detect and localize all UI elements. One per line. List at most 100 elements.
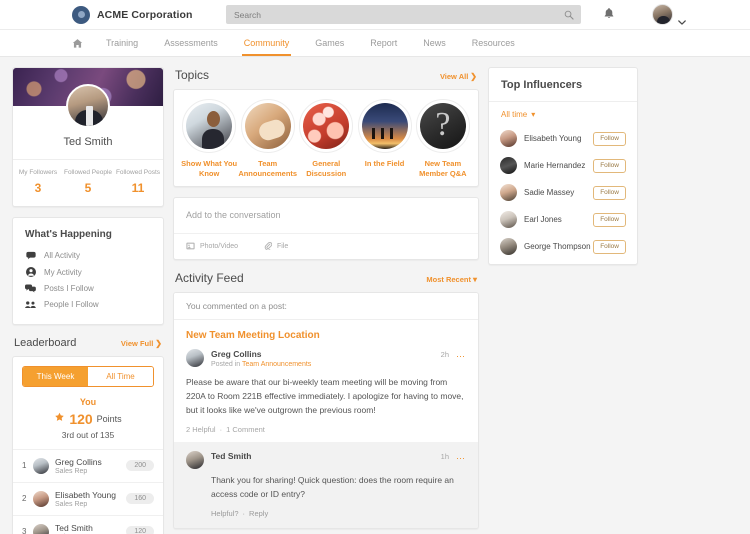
- follow-button[interactable]: Follow: [593, 213, 626, 227]
- avatar[interactable]: [500, 184, 517, 201]
- topics-view-all-link[interactable]: View All❯: [440, 72, 477, 81]
- helpful-count[interactable]: 2 Helpful: [186, 425, 216, 434]
- nav-item-home[interactable]: [72, 30, 93, 56]
- topic-image-ring: [182, 99, 236, 153]
- leaderboard-points: 120 Points: [13, 411, 163, 427]
- influencer-name[interactable]: Elisabeth Young: [524, 134, 593, 143]
- nav-item-news[interactable]: News: [410, 30, 459, 56]
- follow-button[interactable]: Follow: [593, 240, 626, 254]
- stat-value: 3: [13, 181, 63, 195]
- topic-label: Show What You Know: [180, 159, 238, 179]
- avatar[interactable]: [186, 349, 204, 367]
- avatar[interactable]: [500, 211, 517, 228]
- brand[interactable]: ACME Corporation: [72, 6, 193, 24]
- influencer-name[interactable]: Earl Jones: [524, 215, 593, 224]
- wh-item-posts-i-follow[interactable]: Posts I Follow: [25, 281, 151, 297]
- influencer-name[interactable]: Marie Hernandez: [524, 161, 593, 170]
- wh-item-people-i-follow[interactable]: People I Follow: [25, 297, 151, 313]
- wh-item-all-activity[interactable]: All Activity: [25, 248, 151, 264]
- nav-item-report[interactable]: Report: [357, 30, 410, 56]
- topic-label: Team Announcements: [238, 159, 297, 179]
- row-info: Elisabeth Young Sales Rep: [55, 490, 126, 508]
- score-badge: 160: [126, 493, 154, 504]
- topic-image: [186, 103, 232, 149]
- search-bar[interactable]: [226, 5, 581, 24]
- influencer-name[interactable]: Sadie Massey: [524, 188, 593, 197]
- composer-input[interactable]: Add to the conversation: [174, 198, 478, 234]
- tab-all-time[interactable]: All Time: [88, 367, 153, 386]
- profile-avatar[interactable]: [66, 84, 110, 128]
- user-avatar[interactable]: [652, 4, 673, 25]
- attach-photo-video-button[interactable]: Photo/Video: [186, 241, 238, 252]
- table-row[interactable]: 3 Ted Smith Sales Rep 120: [13, 515, 163, 534]
- topic-team-announcements[interactable]: Team Announcements: [238, 99, 297, 179]
- attach-file-button[interactable]: File: [264, 241, 288, 252]
- person-name: Ted Smith: [55, 523, 126, 533]
- posted-in-topic[interactable]: Team Announcements: [242, 361, 311, 368]
- nav-item-assessments[interactable]: Assessments: [151, 30, 231, 56]
- nav-item-games[interactable]: Games: [302, 30, 357, 56]
- nav-item-training[interactable]: Training: [93, 30, 151, 56]
- top-influencers-filter-dropdown[interactable]: All time ▾: [489, 102, 637, 125]
- wh-item-label: My Activity: [44, 268, 82, 277]
- avatar[interactable]: [500, 157, 517, 174]
- question-mark-icon: ?: [435, 108, 450, 142]
- notifications-bell-icon[interactable]: [603, 7, 615, 25]
- influencer-name[interactable]: George Thompson: [524, 242, 593, 251]
- post-timestamp: 2h: [441, 350, 449, 359]
- topic-general-discussion[interactable]: General Discussion: [297, 99, 355, 179]
- comment-helpful-button[interactable]: Helpful?: [211, 509, 239, 518]
- nav-item-resources[interactable]: Resources: [459, 30, 528, 56]
- leaderboard-rank-text: 3rd out of 135: [13, 430, 163, 449]
- post-body: New Team Meeting Location Greg Collins P…: [174, 320, 478, 528]
- topics-title: Topics: [175, 68, 209, 82]
- comment-header: Ted Smith 1h ⋯: [186, 451, 466, 469]
- stat-followed-posts[interactable]: Followed Posts 11: [113, 169, 163, 195]
- follow-button[interactable]: Follow: [593, 186, 626, 200]
- avatar: [33, 458, 49, 474]
- post-title[interactable]: New Team Meeting Location: [186, 330, 466, 341]
- stat-followed-people[interactable]: Followed People 5: [63, 169, 113, 195]
- nav-item-community[interactable]: Community: [231, 30, 303, 56]
- leaderboard-header: Leaderboard View Full❯: [12, 335, 164, 356]
- stat-label: Followed People: [63, 169, 113, 178]
- topic-new-team-member-qa[interactable]: ? New Team Member Q&A: [414, 99, 472, 179]
- follow-button[interactable]: Follow: [593, 132, 626, 146]
- wh-item-my-activity[interactable]: My Activity: [25, 264, 151, 281]
- user-menu-chevron-down-icon[interactable]: [678, 12, 686, 30]
- wh-item-label: All Activity: [44, 251, 80, 260]
- post-author[interactable]: Greg Collins: [211, 349, 311, 359]
- stat-my-followers[interactable]: My Followers 3: [13, 169, 63, 195]
- table-row[interactable]: 1 Greg Collins Sales Rep 200: [13, 449, 163, 482]
- comment-more-options-icon[interactable]: ⋯: [456, 453, 466, 464]
- comment-count[interactable]: 1 Comment: [226, 425, 265, 434]
- list-item: George Thompson Follow: [489, 233, 637, 264]
- topic-image-ring: [299, 99, 353, 153]
- top-influencers-card: Top Influencers All time ▾ Elisabeth You…: [488, 67, 638, 265]
- avatar[interactable]: [186, 451, 204, 469]
- leaderboard-view-full-link[interactable]: View Full❯: [121, 339, 162, 348]
- person-role: Sales Rep: [55, 468, 126, 475]
- tab-this-week[interactable]: This Week: [23, 367, 88, 386]
- post-text: Please be aware that our bi-weekly team …: [186, 375, 466, 417]
- whats-happening-card: What's Happening All Activity My Activit…: [12, 217, 164, 325]
- search-input[interactable]: [226, 5, 564, 24]
- comment-reply-button[interactable]: Reply: [249, 509, 268, 518]
- avatar[interactable]: [500, 130, 517, 147]
- score-badge: 200: [126, 460, 154, 471]
- activity-feed-sort-dropdown[interactable]: Most Recent▾: [426, 275, 477, 284]
- post-comment: Ted Smith 1h ⋯ Thank you for sharing! Qu…: [174, 442, 478, 528]
- avatar[interactable]: [500, 238, 517, 255]
- comment-author[interactable]: Ted Smith: [211, 451, 251, 461]
- stat-value: 5: [63, 181, 113, 195]
- table-row[interactable]: 2 Elisabeth Young Sales Rep 160: [13, 482, 163, 515]
- topic-in-the-field[interactable]: In the Field: [355, 99, 413, 179]
- composer-card: Add to the conversation Photo/Video File: [173, 197, 479, 260]
- wh-item-label: People I Follow: [44, 300, 99, 309]
- search-icon[interactable]: [564, 10, 574, 20]
- activity-feed-title: Activity Feed: [175, 271, 244, 285]
- topic-show-what-you-know[interactable]: Show What You Know: [180, 99, 238, 179]
- post-more-options-icon[interactable]: ⋯: [456, 351, 466, 362]
- profile-name: Ted Smith: [13, 136, 163, 160]
- follow-button[interactable]: Follow: [593, 159, 626, 173]
